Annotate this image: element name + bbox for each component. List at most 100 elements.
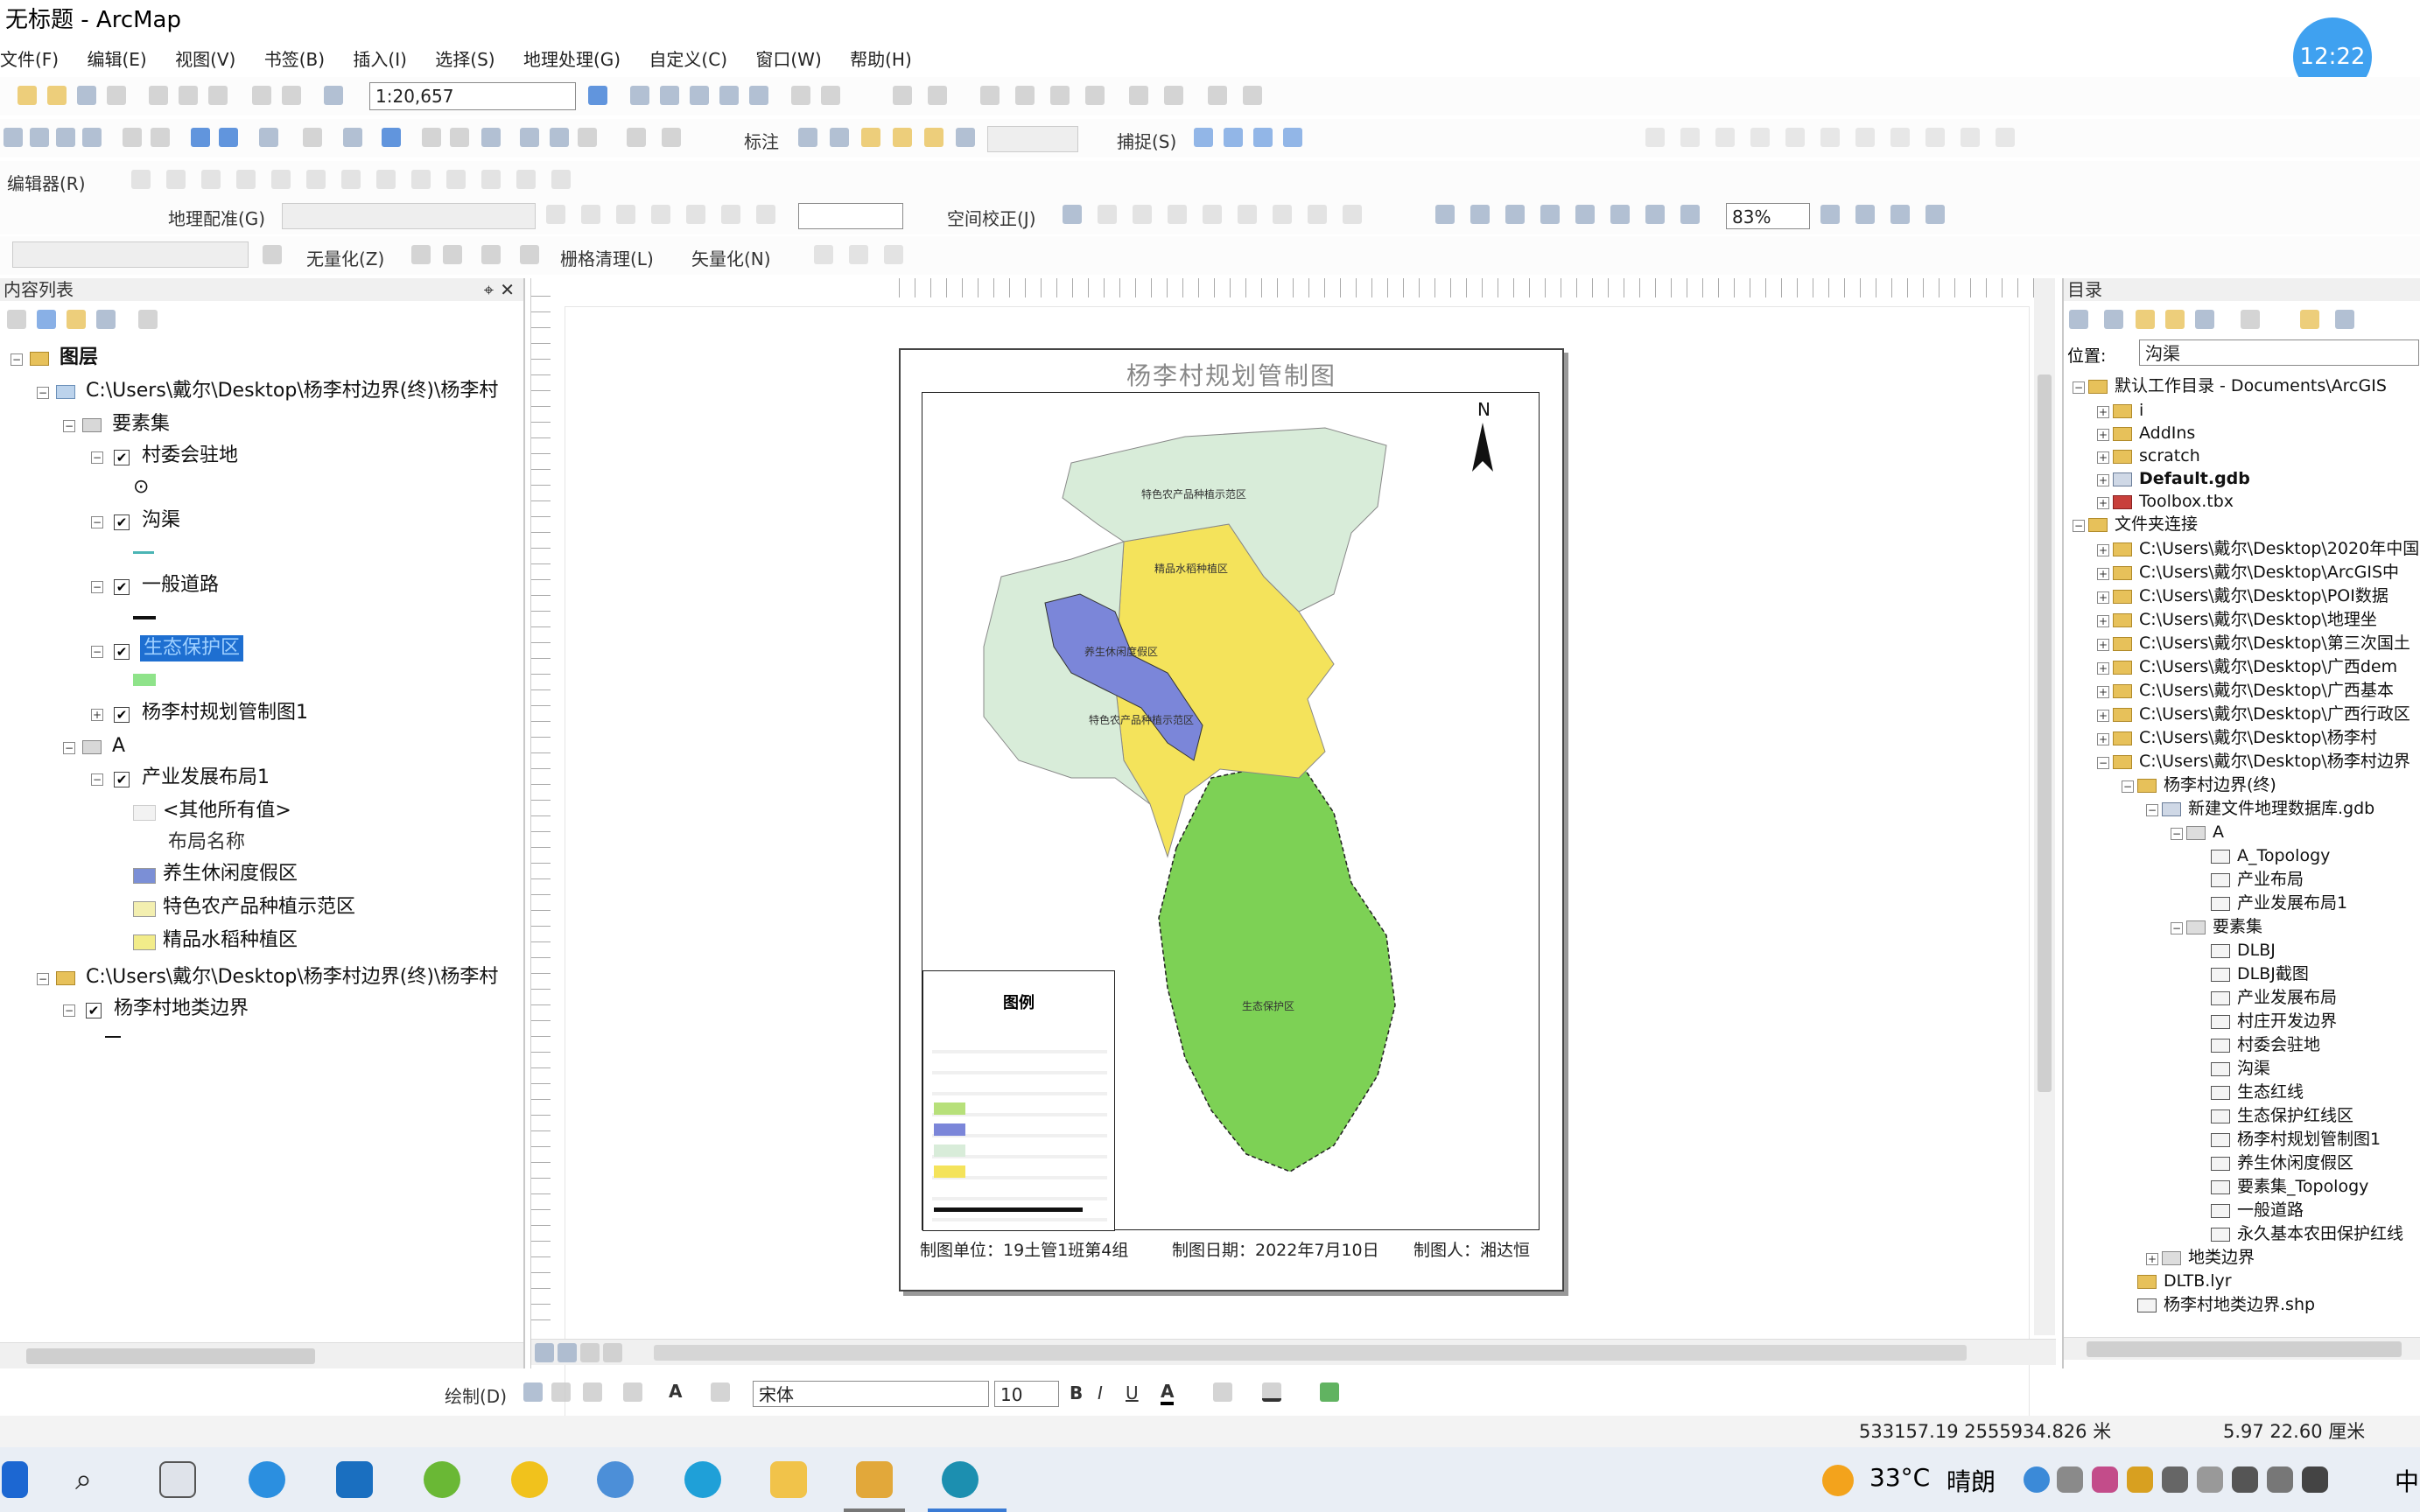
layout-zoom-in-icon[interactable] (1435, 205, 1455, 224)
catalog-item-35[interactable]: 一般道路 (2237, 1199, 2304, 1222)
snapping-toolbar-name[interactable]: 捕捉(S) (1117, 128, 1176, 153)
new-icon[interactable] (18, 86, 37, 105)
data-driven-pages-icon[interactable] (1925, 205, 1945, 224)
expand-plan-icon[interactable]: + (91, 709, 103, 721)
zoom-100-icon[interactable] (1575, 205, 1595, 224)
toc-layer-boundary[interactable]: 杨李村地类边界 (114, 996, 249, 1022)
adjust-tool-5-icon[interactable] (1238, 205, 1257, 224)
weather-text[interactable]: 晴朗 (1947, 1463, 1996, 1498)
battery-icon[interactable] (2232, 1466, 2258, 1493)
toc-scroll-thumb[interactable] (26, 1348, 315, 1364)
layer-target-dropdown[interactable] (12, 242, 249, 268)
pan-icon[interactable] (56, 128, 75, 147)
edit-disabled-9-icon[interactable] (411, 170, 431, 189)
edit-disabled-3-icon[interactable] (201, 170, 221, 189)
catalog-expander-17[interactable]: − (2122, 780, 2134, 793)
edit-tool-4-icon[interactable] (1015, 86, 1035, 105)
edit-tool-5-icon[interactable] (1050, 86, 1070, 105)
model-builder-icon[interactable] (791, 86, 810, 105)
collapse-road-icon[interactable]: − (91, 581, 103, 593)
find-icon[interactable] (520, 128, 539, 147)
tray-shield-icon[interactable] (2162, 1466, 2188, 1493)
edit-disabled-4-icon[interactable] (236, 170, 256, 189)
font-name-select[interactable]: 宋体 (753, 1381, 989, 1407)
edit-tool-2-icon[interactable] (928, 86, 947, 105)
disabled-tool-5-icon[interactable] (1785, 128, 1805, 147)
catalog-item-23[interactable]: 要素集 (2213, 915, 2262, 938)
label-lock-icon[interactable] (893, 128, 912, 147)
toc-layer-village[interactable]: 村委会驻地 (142, 443, 238, 469)
collapse-selected-icon[interactable]: − (91, 646, 103, 658)
catalog-item-11[interactable]: C:\Users\戴尔\Desktop\第三次国土 (2139, 632, 2410, 654)
edit-disabled-13-icon[interactable] (551, 170, 571, 189)
arcmap-task-icon[interactable] (856, 1461, 893, 1498)
fixed-zoom-out-icon[interactable] (151, 128, 170, 147)
symbol-tool-4-icon[interactable] (520, 245, 539, 264)
catalog-item-5[interactable]: Toolbox.tbx (2139, 490, 2234, 513)
browser-app-icon[interactable] (249, 1461, 285, 1498)
catalog-expander-4[interactable]: + (2097, 474, 2109, 486)
vertex-snap-icon[interactable] (1253, 128, 1273, 147)
catalog-expander-9[interactable]: + (2097, 592, 2109, 604)
layout-page[interactable]: 杨李村规划管制图 特色农产品种植示范区 精品水稻种植区 养生休闲度假区 特色农产… (899, 348, 1564, 1292)
collapse-industry-icon[interactable]: − (91, 774, 103, 786)
marker-color-icon[interactable] (1320, 1382, 1339, 1402)
line-color-icon[interactable] (1262, 1382, 1281, 1402)
layout-vertical-scrollbar[interactable] (2034, 278, 2055, 1335)
georef-value-input[interactable] (798, 203, 903, 229)
swatch-tool-icon[interactable] (263, 245, 282, 264)
disabled-tool-10-icon[interactable] (1961, 128, 1980, 147)
underline-button[interactable]: U (1126, 1382, 1139, 1404)
cut-icon[interactable] (149, 86, 168, 105)
task-view-icon[interactable] (159, 1461, 196, 1498)
catalog-item-1[interactable]: i (2139, 399, 2143, 422)
catalog-horizontal-scrollbar[interactable] (2064, 1337, 2420, 1360)
catalog-item-32[interactable]: 杨李村规划管制图1 (2237, 1128, 2381, 1151)
arctoolbox-icon[interactable] (719, 86, 739, 105)
toc-layer-industry[interactable]: 产业发展布局1 (142, 765, 270, 791)
selected-layer-checkbox[interactable]: ✔ (114, 644, 130, 660)
pause-drawing-icon[interactable] (603, 1343, 622, 1362)
ie-icon[interactable] (424, 1461, 460, 1498)
boundary-checkbox[interactable]: ✔ (86, 1003, 102, 1018)
forward-extent-icon[interactable] (219, 128, 238, 147)
collapse-path2-icon[interactable]: − (37, 973, 49, 985)
toc-horizontal-scrollbar[interactable] (0, 1342, 523, 1368)
disabled-tool-8-icon[interactable] (1890, 128, 1910, 147)
list-by-visibility-icon[interactable] (67, 310, 86, 329)
vector-tool-3-icon[interactable] (884, 245, 903, 264)
label-priority-icon[interactable] (830, 128, 849, 147)
toc-root-layers[interactable]: 图层 (60, 345, 98, 371)
catalog-item-20[interactable]: A_Topology (2237, 844, 2330, 867)
disabled-tool-4-icon[interactable] (1750, 128, 1770, 147)
edit-tool-3-icon[interactable] (980, 86, 1000, 105)
select-elements-icon[interactable] (343, 128, 362, 147)
toc-layer-selected[interactable]: 生态保护区 (140, 635, 244, 662)
catalog-expander-14[interactable]: + (2097, 710, 2109, 722)
html-popup-icon[interactable] (450, 128, 469, 147)
identify-icon[interactable] (382, 128, 401, 147)
zoom-in-icon[interactable] (4, 128, 23, 147)
map-legend[interactable]: 图例 (922, 970, 1115, 1231)
tray-app-3-icon[interactable] (2092, 1466, 2118, 1493)
edit-disabled-1-icon[interactable] (131, 170, 151, 189)
vectorization-menu[interactable]: 矢量化(N) (691, 245, 771, 270)
hyperlink-icon[interactable] (422, 128, 441, 147)
font-size-select[interactable]: 10 (994, 1381, 1059, 1407)
adjust-tool-1-icon[interactable] (1098, 205, 1117, 224)
select-features-icon[interactable] (259, 128, 278, 147)
adjust-tool-6-icon[interactable] (1273, 205, 1292, 224)
georef-layer-dropdown[interactable] (282, 203, 536, 229)
catalog-expander-0[interactable]: − (2073, 382, 2085, 394)
catalog-item-38[interactable]: DLTB.lyr (2164, 1270, 2232, 1292)
layout-zoom-out-icon[interactable] (1470, 205, 1490, 224)
layout-pan-icon[interactable] (1505, 205, 1525, 224)
catalog-item-29[interactable]: 沟渠 (2237, 1057, 2270, 1080)
layout-fixed-in-icon[interactable] (1610, 205, 1630, 224)
volume-icon[interactable] (2302, 1466, 2328, 1493)
connect-folder-icon[interactable] (2165, 310, 2185, 329)
georef-tool-6-icon[interactable] (721, 205, 740, 224)
footer-unit[interactable]: 制图单位：19土管1班第4组 (920, 1237, 1128, 1261)
collapse-ditch-icon[interactable]: − (91, 516, 103, 528)
editor-menu[interactable]: 编辑器(R) (7, 170, 86, 195)
